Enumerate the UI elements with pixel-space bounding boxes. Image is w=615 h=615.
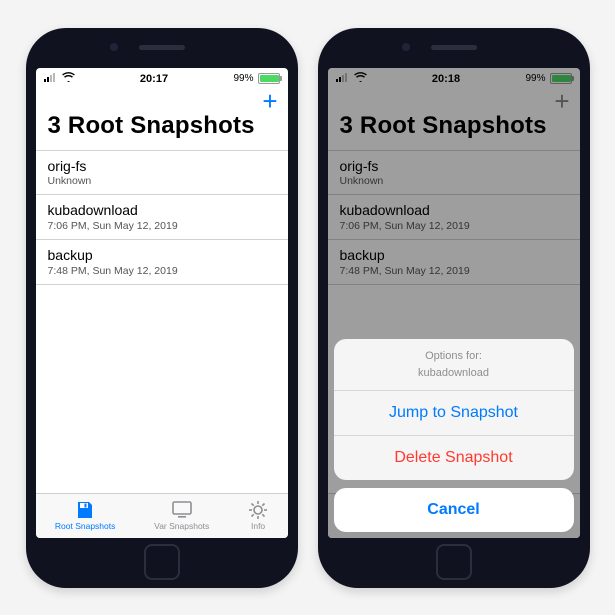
status-time: 20:17 [75,73,234,85]
list-item-title: kubadownload [48,202,276,219]
list-item-title: backup [48,247,276,264]
tab-var-snapshots[interactable]: Var Snapshots [154,500,209,531]
phone-right: 20:18 99% + 3 Root Snapshots orig-fs Unk… [318,28,590,588]
home-button[interactable] [144,544,180,580]
save-icon [75,500,95,520]
screen-right: 20:18 99% + 3 Root Snapshots orig-fs Unk… [328,68,580,538]
speaker-slit [139,45,185,50]
speaker-slit [431,45,477,50]
delete-snapshot-button[interactable]: Delete Snapshot [334,436,574,480]
list-item-subtitle: Unknown [48,175,276,187]
battery-percent: 99% [233,73,253,84]
list-item[interactable]: kubadownload 7:06 PM, Sun May 12, 2019 [36,195,288,240]
action-sheet: Options for: kubadownload Jump to Snapsh… [334,339,574,532]
camera-dot [402,43,410,51]
list-item-subtitle: 7:06 PM, Sun May 12, 2019 [48,220,276,232]
tab-label: Info [251,521,265,531]
wifi-icon [62,72,75,85]
list-item[interactable]: backup 7:48 PM, Sun May 12, 2019 [36,240,288,285]
status-bar: 20:17 99% [36,68,288,88]
tab-bar: Root Snapshots Var Snapshots Info [36,493,288,538]
camera-dot [110,43,118,51]
tab-info[interactable]: Info [248,500,268,531]
cancel-button[interactable]: Cancel [334,488,574,532]
page-title: 3 Root Snapshots [48,112,276,140]
tab-root-snapshots[interactable]: Root Snapshots [55,500,115,531]
tab-label: Var Snapshots [154,521,209,531]
snapshot-list: orig-fs Unknown kubadownload 7:06 PM, Su… [36,150,288,285]
add-button[interactable]: + [262,88,277,114]
action-sheet-header: Options for: kubadownload [334,339,574,391]
screen-left: 20:17 99% + 3 Root Snapshots orig-fs Unk… [36,68,288,538]
list-item-title: orig-fs [48,158,276,175]
jump-to-snapshot-button[interactable]: Jump to Snapshot [334,391,574,436]
action-sheet-title: Options for: [425,350,482,362]
phone-left: 20:17 99% + 3 Root Snapshots orig-fs Unk… [26,28,298,588]
list-item-subtitle: 7:48 PM, Sun May 12, 2019 [48,265,276,277]
action-sheet-subject: kubadownload [334,366,574,381]
nav-bar: + 3 Root Snapshots [36,88,288,150]
monitor-icon [171,500,193,520]
gear-icon [248,500,268,520]
battery-icon [258,73,280,84]
tab-label: Root Snapshots [55,521,115,531]
signal-icon [44,73,58,85]
list-item[interactable]: orig-fs Unknown [36,151,288,196]
home-button[interactable] [436,544,472,580]
